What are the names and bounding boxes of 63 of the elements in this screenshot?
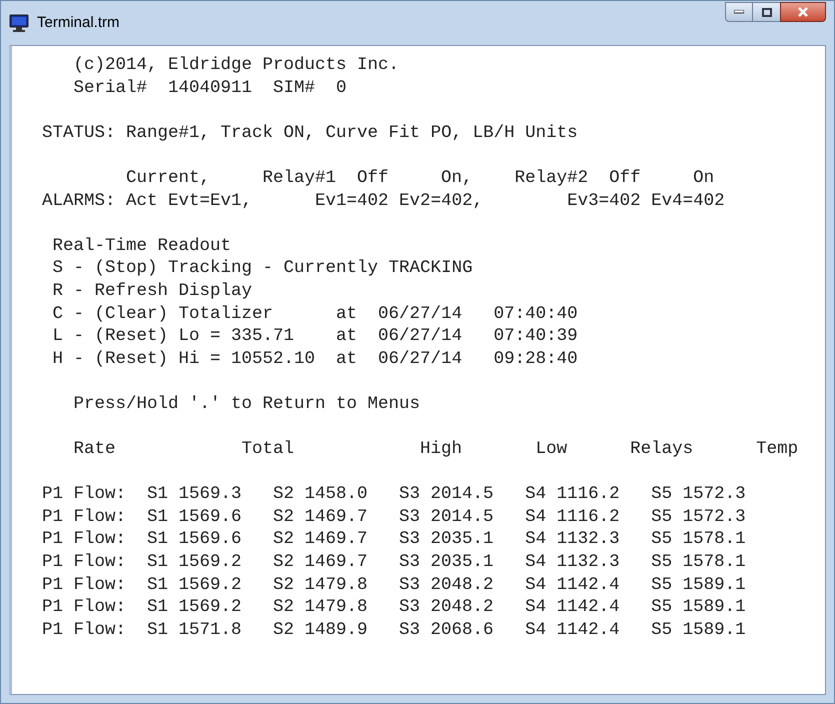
legend-label: Temp [756,438,798,461]
window-title: Terminal.trm [37,12,120,33]
close-icon [797,7,809,17]
reading-value: S3 2048.2 [399,574,494,596]
reading-value: S5 1572.3 [651,506,746,528]
reading-value: S2 1458.0 [273,483,368,506]
alarm-heading: Current, Relay#1 Off On, Relay#2 Off On [126,168,714,188]
reading-value: S4 1142.4 [525,596,620,619]
reading-value: S3 2035.1 [399,551,494,574]
reading-value: S1 1569.2 [147,551,242,574]
reading-value: S2 1479.8 [273,574,368,596]
reading-value: P1 Flow: [42,506,126,528]
reading-value: S4 1142.4 [525,574,620,596]
reading-value: S4 1132.3 [525,551,620,574]
reading-value: S5 1589.1 [651,574,746,596]
alarm-line: ALARMS: Act Evt=Ev1, Ev1=402 Ev2=402, Ev3=402 Ev4=402 [42,190,725,211]
reading-value: P1 Flow: [42,528,126,552]
header-line: (c)2014, Eldridge Products Inc. [74,55,400,75]
legend-label: High [420,438,462,461]
reading-value: P1 Flow: [42,574,126,596]
maximize-icon [762,8,772,16]
legend-label: Low [536,438,568,461]
maximize-button[interactable] [753,2,780,22]
reading-value: S5 1578.1 [651,551,746,574]
legend-label: Total [242,438,294,461]
reading-value: S2 1469.7 [273,551,368,574]
reading-value: S4 1142.4 [525,618,620,642]
reading-value: S1 1569.3 [147,483,242,506]
header-line: Serial# 14040911 SIM# 0 [74,78,347,98]
reading-value: S4 1132.3 [525,528,620,552]
minimize-icon [734,10,744,14]
reading-value: S3 2068.6 [399,618,494,642]
reading-value: P1 Flow: [42,551,126,574]
reading-value: S3 2048.2 [399,596,494,619]
reading-value: S4 1116.2 [525,506,620,528]
status-line: STATUS: Range#1, Track ON, Curve Fit PO, LB/H Units [42,122,578,143]
reading-value: S2 1489.9 [273,618,368,642]
reading-value: P1 Flow: [42,618,126,642]
monitor-icon [9,13,29,33]
menu-title: Real-Time Readout [52,236,232,256]
legend-label: Rate [74,438,116,461]
reading-value: S3 2014.5 [399,506,494,528]
reading-value: S4 1116.2 [525,483,620,506]
close-button[interactable] [780,2,826,22]
reading-value: S2 1479.8 [273,596,368,619]
reading-value: S5 1589.1 [651,596,746,619]
reading-value: S2 1469.7 [273,506,368,528]
reading-value: S3 2035.1 [399,528,494,552]
reading-value: P1 Flow: [42,596,126,619]
reading-value: S1 1571.8 [147,618,242,642]
reading-value: S2 1469.7 [273,528,368,552]
reading-value: S1 1569.2 [147,574,242,596]
prompt-text: Press/Hold '.' to Return to Menus [74,394,420,414]
reading-value: S5 1572.3 [651,483,746,506]
legend-label: Relays [630,438,694,461]
reading-value: S1 1569.2 [147,596,242,619]
reading-value: S3 2014.5 [399,483,494,506]
reading-value: P1 Flow: [42,483,126,506]
reading-value: S5 1589.1 [651,618,746,642]
reading-value: S1 1569.6 [147,528,242,552]
reading-value: S5 1578.1 [651,528,746,552]
minimize-button[interactable] [725,2,753,22]
reading-value: S1 1569.6 [147,506,242,528]
